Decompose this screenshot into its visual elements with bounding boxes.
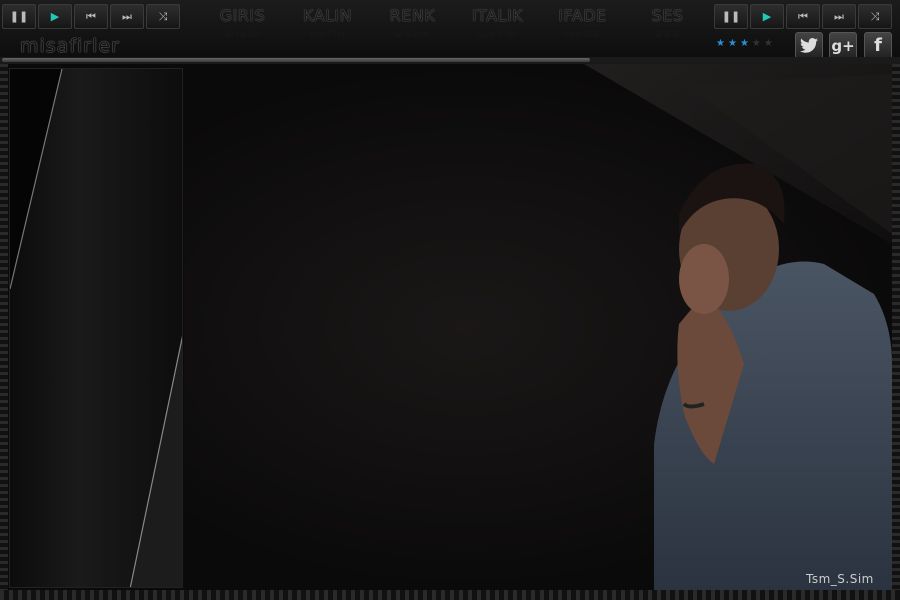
twitter-icon [800,38,818,53]
menu-label: GIRIS [219,6,266,25]
menu-label: IFADE [558,6,607,25]
star-icon[interactable]: ★ [716,38,725,49]
previous-icon: ⏮ [86,9,96,23]
previous-button[interactable]: ⏮ [786,4,820,29]
previous-icon: ⏮ [798,9,808,23]
facebook-icon: f [874,35,882,56]
chat-area [184,64,892,590]
music-player-right: ❚❚ ▶ ⏮ ⏭ ⤨ [714,4,892,29]
play-icon: ▶ [762,10,772,23]
guest-list-panel [9,68,183,588]
menu-item-giris[interactable]: GIRIS GIRIS [200,6,285,42]
menu-label-reflection: SES [655,28,680,38]
star-icon[interactable]: ★ [728,38,737,49]
menu-label: RENK [389,6,436,25]
pause-icon: ❚❚ [9,10,29,23]
horizontal-scrollbar[interactable] [0,57,900,64]
bottom-border-rail [0,590,900,600]
facebook-button[interactable]: f [864,32,892,59]
menu-item-renk[interactable]: RENK RENK [370,6,455,42]
shuffle-icon: ⤨ [158,9,168,23]
previous-button[interactable]: ⏮ [74,4,108,29]
shuffle-icon: ⤨ [870,9,880,23]
menu-label-reflection: GIRIS [224,28,261,38]
left-border-rail [0,64,8,594]
top-bar: ❚❚ ▶ ⏮ ⏭ ⤨ GIRIS GIRIS KALIN KALIN RENK … [0,0,900,64]
googleplus-button[interactable]: g+ [829,32,857,59]
rating-stars: ★ ★ ★ ★ ★ [716,38,773,49]
star-icon[interactable]: ★ [740,38,749,49]
shuffle-button[interactable]: ⤨ [858,4,892,29]
credit-text: Tsm_S.Sim [806,572,874,586]
menu-item-kalin[interactable]: KALIN KALIN [285,6,370,42]
next-icon: ⏭ [834,9,844,23]
menu-label: KALIN [302,6,353,25]
menu-item-ifade[interactable]: IFADE IFADE [540,6,625,42]
guests-label[interactable]: misafirler [20,35,120,57]
next-button[interactable]: ⏭ [110,4,144,29]
music-player-left: ❚❚ ▶ ⏮ ⏭ ⤨ [2,4,180,29]
twitter-button[interactable] [795,32,823,59]
star-icon[interactable]: ★ [752,38,761,49]
pause-button[interactable]: ❚❚ [714,4,748,29]
panel-decoration [10,69,182,587]
googleplus-icon: g+ [831,36,855,55]
play-button[interactable]: ▶ [750,4,784,29]
format-menu: GIRIS GIRIS KALIN KALIN RENK RENK ITALIK… [200,6,710,42]
menu-label-reflection: KALIN [308,28,347,38]
shuffle-button[interactable]: ⤨ [146,4,180,29]
menu-label: ITALIK [471,6,524,25]
menu-label-reflection: ITALIK [477,28,518,38]
pause-button[interactable]: ❚❚ [2,4,36,29]
star-icon[interactable]: ★ [764,38,773,49]
next-icon: ⏭ [122,9,132,23]
play-button[interactable]: ▶ [38,4,72,29]
right-border-rail [892,64,900,594]
scrollbar-thumb[interactable] [2,58,590,62]
menu-label-reflection: IFADE [563,28,602,38]
menu-label: SES [651,6,684,25]
next-button[interactable]: ⏭ [822,4,856,29]
menu-item-italik[interactable]: ITALIK ITALIK [455,6,540,42]
background-artwork [584,64,892,590]
pause-icon: ❚❚ [721,10,741,23]
menu-item-ses[interactable]: SES SES [625,6,710,42]
menu-label-reflection: RENK [394,28,431,38]
play-icon: ▶ [50,10,60,23]
